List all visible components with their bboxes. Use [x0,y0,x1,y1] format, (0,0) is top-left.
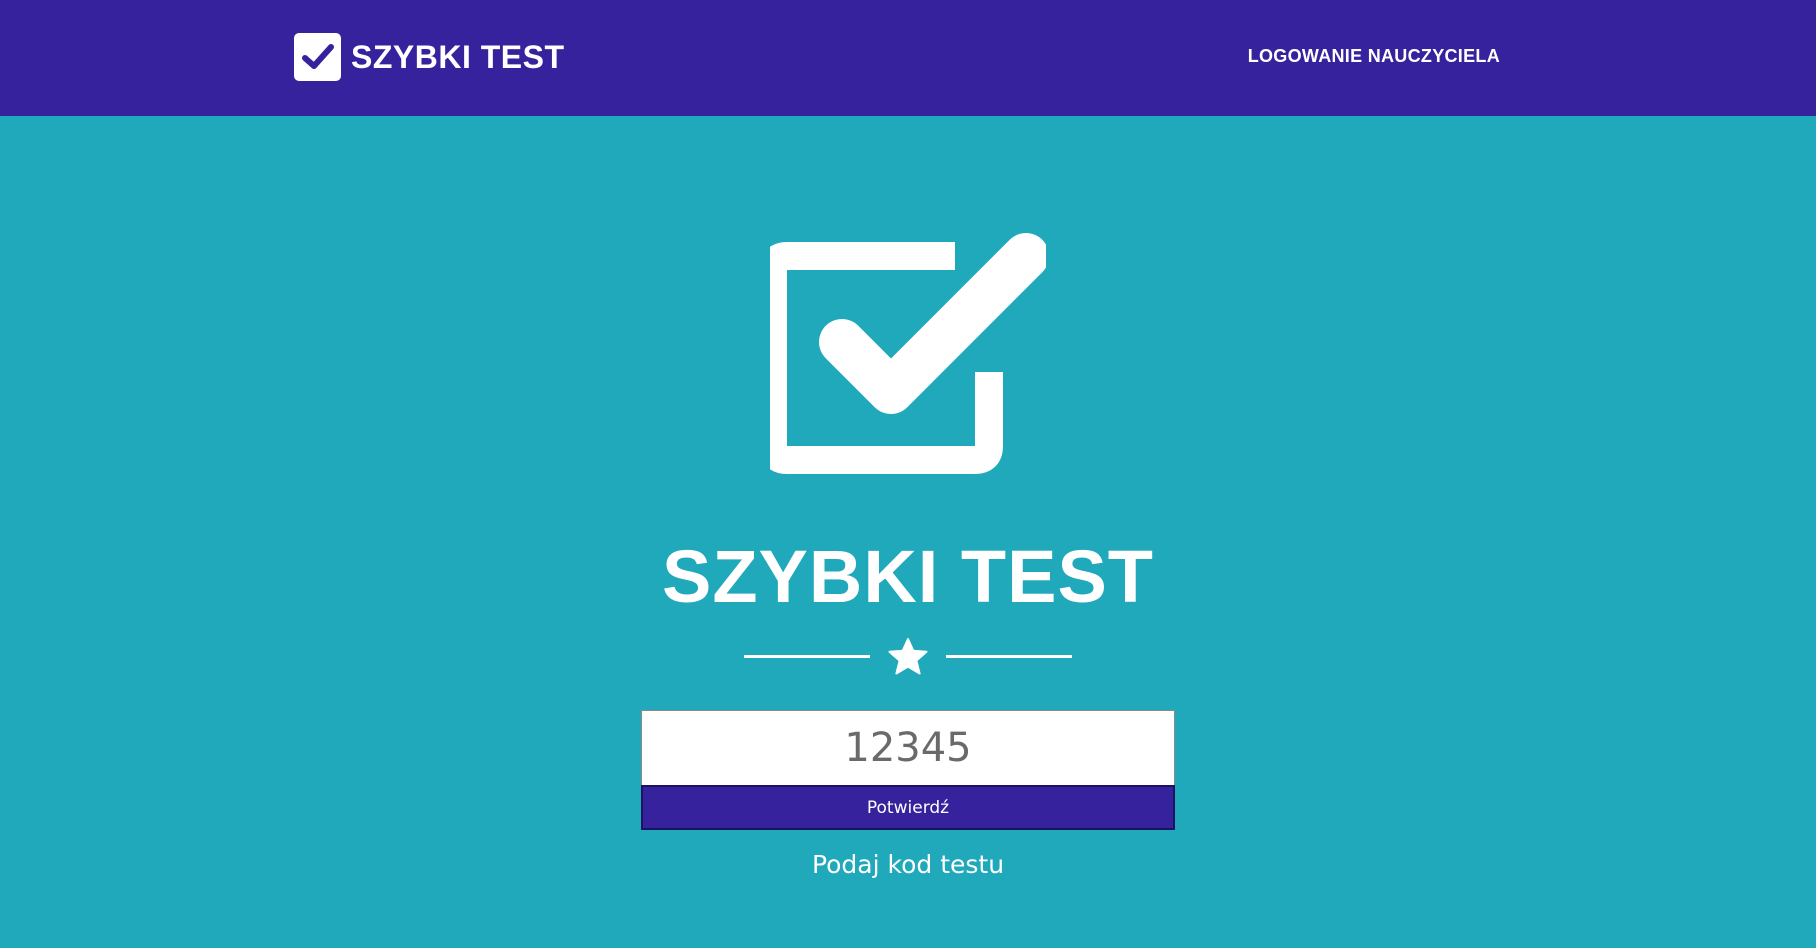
top-navbar: SZYBKI TEST LOGOWANIE NAUCZYCIELA [0,0,1816,116]
confirm-button[interactable]: Potwierdź [641,785,1175,830]
brand-link[interactable]: SZYBKI TEST [294,32,565,82]
checkbox-check-icon [294,33,341,81]
test-code-hint: Podaj kod testu [811,850,1005,879]
teacher-login-link[interactable]: LOGOWANIE NAUCZYCIELA [1248,46,1500,67]
checkbox-check-icon [770,233,1046,474]
test-code-input[interactable] [641,710,1175,786]
divider-line-right [946,655,1072,658]
brand-label: SZYBKI TEST [351,38,565,75]
star-icon [888,638,928,675]
divider-line-left [744,655,870,658]
title-divider [744,636,1072,676]
page-title: SZYBKI TEST [661,535,1155,618]
